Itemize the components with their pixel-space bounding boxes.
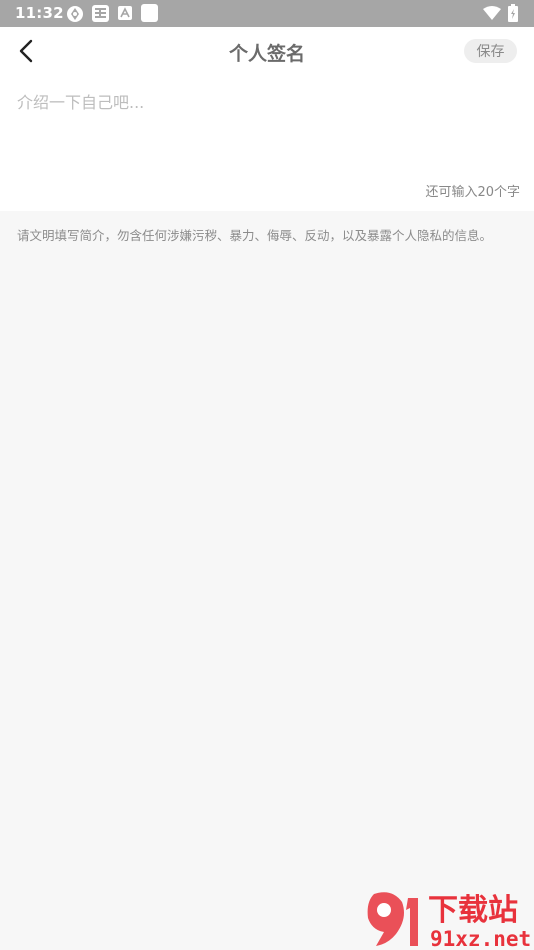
nav-bar: 个人签名 保存 [0,27,534,75]
save-button[interactable]: 保存 [464,39,517,63]
battery-icon [508,4,518,22]
status-time: 11:32 [15,4,64,22]
watermark-url: 91xz.net [430,927,531,950]
status-bar: 11:32 [0,0,534,27]
font-icon [118,6,132,20]
signature-editor: 还可输入20个字 [0,75,534,211]
watermark-logo: 下载站 91xz.net [367,892,531,950]
content-notice: 请文明填写简介，勿含任何涉嫌污秽、暴力、侮辱、反动，以及暴露个人隐私的信息。 [17,228,493,243]
wifi-icon [483,6,501,20]
app-notification-icon [67,6,83,22]
page-title: 个人签名 [228,43,305,65]
char-counter: 还可输入20个字 [425,185,520,200]
watermark-brand: 下载站 [428,893,518,928]
signature-input[interactable] [17,89,517,179]
square-icon [141,4,158,22]
news-icon [92,5,109,22]
